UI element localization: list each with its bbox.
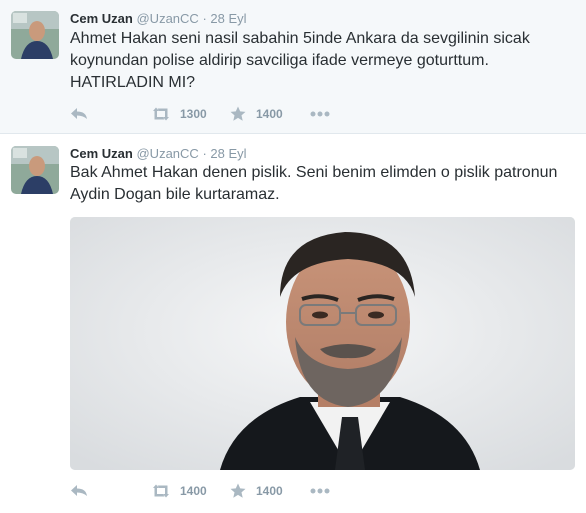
retweet-button[interactable]: 1300: [150, 104, 207, 124]
reply-icon: [71, 108, 87, 119]
avatar[interactable]: [11, 146, 59, 194]
retweet-icon: [153, 484, 169, 498]
reply-button[interactable]: [70, 104, 90, 124]
tweet-date[interactable]: 28 Eyl: [210, 11, 246, 26]
user-handle[interactable]: @UzanCC: [136, 146, 198, 161]
more-button[interactable]: [310, 104, 330, 124]
tweet-header: Cem Uzan @UzanCC · 28 Eyl: [70, 11, 247, 26]
more-icon: [310, 111, 330, 117]
tweet-photo[interactable]: [70, 217, 575, 470]
reply-button[interactable]: [70, 481, 90, 501]
separator: ·: [202, 11, 207, 26]
favorite-button[interactable]: 1400: [230, 481, 283, 501]
retweet-count: 1400: [180, 484, 207, 498]
user-name[interactable]: Cem Uzan: [70, 146, 133, 161]
tweet-header: Cem Uzan @UzanCC · 28 Eyl: [70, 146, 247, 161]
favorite-count: 1400: [256, 484, 283, 498]
retweet-icon: [153, 107, 169, 121]
tweet-text: Ahmet Hakan seni nasil sabahin 5inde Ank…: [70, 30, 530, 91]
avatar[interactable]: [11, 11, 59, 59]
tweet-1[interactable]: Cem Uzan @UzanCC · 28 Eyl Ahmet Hakan se…: [0, 0, 586, 134]
reply-icon: [71, 485, 87, 496]
retweet-button[interactable]: 1400: [150, 481, 207, 501]
user-name[interactable]: Cem Uzan: [70, 11, 133, 26]
favorite-star-icon: [230, 106, 246, 121]
more-icon: [310, 488, 330, 494]
favorite-count: 1400: [256, 107, 283, 121]
favorite-star-icon: [230, 483, 246, 498]
separator: ·: [202, 146, 207, 161]
tweet-2[interactable]: Cem Uzan @UzanCC · 28 Eyl Bak Ahmet Haka…: [0, 135, 586, 513]
tweet-text: Bak Ahmet Hakan denen pislik. Seni benim…: [70, 164, 558, 203]
tweet-date[interactable]: 28 Eyl: [210, 146, 246, 161]
user-handle[interactable]: @UzanCC: [136, 11, 198, 26]
favorite-button[interactable]: 1400: [230, 104, 283, 124]
more-button[interactable]: [310, 481, 330, 501]
retweet-count: 1300: [180, 107, 207, 121]
